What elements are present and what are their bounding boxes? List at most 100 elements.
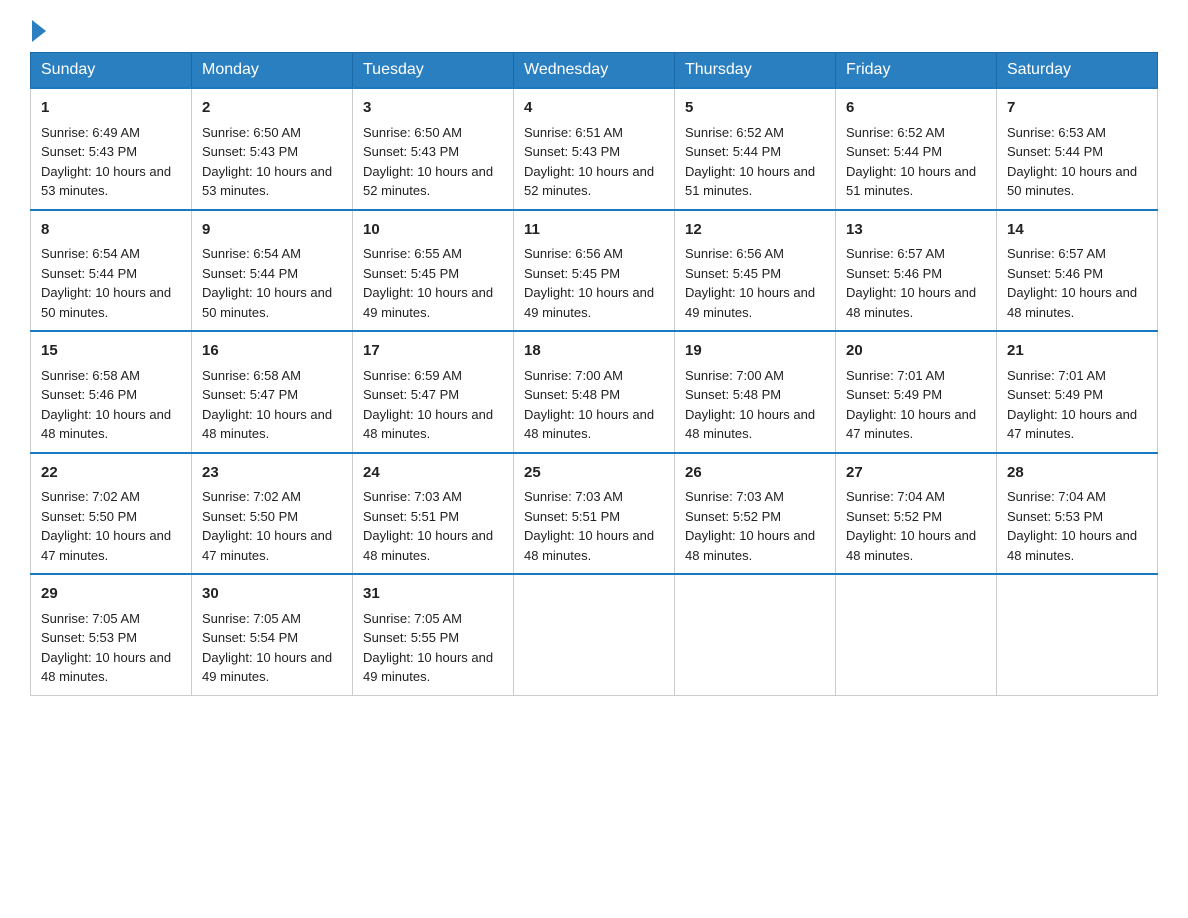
calendar-header-tuesday: Tuesday [353,53,514,89]
calendar-week-row: 29 Sunrise: 7:05 AMSunset: 5:53 PMDayligh… [31,574,1158,695]
calendar-cell: 29 Sunrise: 7:05 AMSunset: 5:53 PMDayligh… [31,574,192,695]
day-number: 23 [202,462,342,485]
logo [30,20,46,42]
day-number: 13 [846,219,986,242]
calendar-cell: 13 Sunrise: 6:57 AMSunset: 5:46 PMDayligh… [836,210,997,332]
calendar-cell: 18Sunrise: 7:00 AMSunset: 5:48 PMDayligh… [514,331,675,453]
day-number: 26 [685,462,825,485]
day-info: Sunrise: 6:54 AMSunset: 5:44 PMDaylight:… [41,246,171,320]
calendar-header-wednesday: Wednesday [514,53,675,89]
day-number: 5 [685,97,825,120]
day-number: 24 [363,462,503,485]
day-number: 21 [1007,340,1147,363]
calendar-cell: 9 Sunrise: 6:54 AMSunset: 5:44 PMDaylight… [192,210,353,332]
day-number: 20 [846,340,986,363]
day-info: Sunrise: 6:52 AMSunset: 5:44 PMDaylight:… [685,125,815,199]
day-info: Sunrise: 7:03 AMSunset: 5:51 PMDaylight:… [363,489,493,563]
day-info: Sunrise: 7:00 AMSunset: 5:48 PMDaylight:… [524,368,654,442]
day-number: 28 [1007,462,1147,485]
day-info: Sunrise: 7:05 AMSunset: 5:53 PMDaylight:… [41,611,171,685]
calendar-week-row: 8 Sunrise: 6:54 AMSunset: 5:44 PMDaylight… [31,210,1158,332]
day-number: 30 [202,583,342,606]
calendar-cell: 7 Sunrise: 6:53 AMSunset: 5:44 PMDaylight… [997,88,1158,210]
day-number: 3 [363,97,503,120]
calendar-cell: 22 Sunrise: 7:02 AMSunset: 5:50 PMDayligh… [31,453,192,575]
day-info: Sunrise: 7:00 AMSunset: 5:48 PMDaylight:… [685,368,815,442]
day-info: Sunrise: 7:05 AMSunset: 5:55 PMDaylight:… [363,611,493,685]
calendar-header-row: SundayMondayTuesdayWednesdayThursdayFrid… [31,53,1158,89]
day-info: Sunrise: 7:04 AMSunset: 5:53 PMDaylight:… [1007,489,1137,563]
day-info: Sunrise: 6:53 AMSunset: 5:44 PMDaylight:… [1007,125,1137,199]
calendar-table: SundayMondayTuesdayWednesdayThursdayFrid… [30,52,1158,696]
day-info: Sunrise: 7:03 AMSunset: 5:51 PMDaylight:… [524,489,654,563]
calendar-cell: 27Sunrise: 7:04 AMSunset: 5:52 PMDayligh… [836,453,997,575]
calendar-cell: 16Sunrise: 6:58 AMSunset: 5:47 PMDayligh… [192,331,353,453]
calendar-cell: 4 Sunrise: 6:51 AMSunset: 5:43 PMDaylight… [514,88,675,210]
day-number: 27 [846,462,986,485]
day-info: Sunrise: 7:05 AMSunset: 5:54 PMDaylight:… [202,611,332,685]
calendar-cell: 10 Sunrise: 6:55 AMSunset: 5:45 PMDayligh… [353,210,514,332]
day-number: 12 [685,219,825,242]
day-info: Sunrise: 6:51 AMSunset: 5:43 PMDaylight:… [524,125,654,199]
calendar-cell: 6Sunrise: 6:52 AMSunset: 5:44 PMDaylight… [836,88,997,210]
calendar-cell: 14 Sunrise: 6:57 AMSunset: 5:46 PMDayligh… [997,210,1158,332]
day-info: Sunrise: 6:50 AMSunset: 5:43 PMDaylight:… [202,125,332,199]
calendar-week-row: 1 Sunrise: 6:49 AMSunset: 5:43 PMDaylight… [31,88,1158,210]
calendar-cell [836,574,997,695]
day-info: Sunrise: 7:01 AMSunset: 5:49 PMDaylight:… [846,368,976,442]
calendar-cell: 11 Sunrise: 6:56 AMSunset: 5:45 PMDayligh… [514,210,675,332]
calendar-cell: 20 Sunrise: 7:01 AMSunset: 5:49 PMDayligh… [836,331,997,453]
calendar-cell: 25 Sunrise: 7:03 AMSunset: 5:51 PMDayligh… [514,453,675,575]
day-info: Sunrise: 6:57 AMSunset: 5:46 PMDaylight:… [1007,246,1137,320]
day-number: 17 [363,340,503,363]
day-number: 10 [363,219,503,242]
calendar-cell: 31Sunrise: 7:05 AMSunset: 5:55 PMDayligh… [353,574,514,695]
day-info: Sunrise: 6:56 AMSunset: 5:45 PMDaylight:… [685,246,815,320]
day-info: Sunrise: 6:54 AMSunset: 5:44 PMDaylight:… [202,246,332,320]
day-number: 7 [1007,97,1147,120]
calendar-header-saturday: Saturday [997,53,1158,89]
calendar-week-row: 15Sunrise: 6:58 AMSunset: 5:46 PMDayligh… [31,331,1158,453]
day-number: 9 [202,219,342,242]
day-number: 29 [41,583,181,606]
calendar-cell: 30 Sunrise: 7:05 AMSunset: 5:54 PMDayligh… [192,574,353,695]
day-number: 2 [202,97,342,120]
day-info: Sunrise: 6:57 AMSunset: 5:46 PMDaylight:… [846,246,976,320]
calendar-cell: 15Sunrise: 6:58 AMSunset: 5:46 PMDayligh… [31,331,192,453]
calendar-header-sunday: Sunday [31,53,192,89]
calendar-cell: 8 Sunrise: 6:54 AMSunset: 5:44 PMDaylight… [31,210,192,332]
day-number: 16 [202,340,342,363]
calendar-header-friday: Friday [836,53,997,89]
day-info: Sunrise: 6:55 AMSunset: 5:45 PMDaylight:… [363,246,493,320]
day-number: 8 [41,219,181,242]
calendar-cell [514,574,675,695]
calendar-cell: 19 Sunrise: 7:00 AMSunset: 5:48 PMDayligh… [675,331,836,453]
day-info: Sunrise: 6:52 AMSunset: 5:44 PMDaylight:… [846,125,976,199]
day-info: Sunrise: 7:02 AMSunset: 5:50 PMDaylight:… [41,489,171,563]
calendar-cell: 28 Sunrise: 7:04 AMSunset: 5:53 PMDayligh… [997,453,1158,575]
day-info: Sunrise: 6:58 AMSunset: 5:46 PMDaylight:… [41,368,171,442]
calendar-cell: 5 Sunrise: 6:52 AMSunset: 5:44 PMDaylight… [675,88,836,210]
day-number: 4 [524,97,664,120]
day-number: 22 [41,462,181,485]
day-number: 19 [685,340,825,363]
day-info: Sunrise: 6:56 AMSunset: 5:45 PMDaylight:… [524,246,654,320]
calendar-cell: 21Sunrise: 7:01 AMSunset: 5:49 PMDayligh… [997,331,1158,453]
calendar-cell: 17 Sunrise: 6:59 AMSunset: 5:47 PMDayligh… [353,331,514,453]
calendar-cell: 12 Sunrise: 6:56 AMSunset: 5:45 PMDayligh… [675,210,836,332]
day-number: 14 [1007,219,1147,242]
calendar-cell: 24 Sunrise: 7:03 AMSunset: 5:51 PMDayligh… [353,453,514,575]
calendar-cell: 2 Sunrise: 6:50 AMSunset: 5:43 PMDaylight… [192,88,353,210]
calendar-cell [675,574,836,695]
calendar-header-thursday: Thursday [675,53,836,89]
calendar-cell: 3Sunrise: 6:50 AMSunset: 5:43 PMDaylight… [353,88,514,210]
day-number: 25 [524,462,664,485]
day-info: Sunrise: 7:03 AMSunset: 5:52 PMDaylight:… [685,489,815,563]
page-header [30,20,1158,42]
day-number: 1 [41,97,181,120]
calendar-cell: 23Sunrise: 7:02 AMSunset: 5:50 PMDayligh… [192,453,353,575]
day-info: Sunrise: 6:49 AMSunset: 5:43 PMDaylight:… [41,125,171,199]
day-number: 11 [524,219,664,242]
calendar-cell [997,574,1158,695]
day-info: Sunrise: 6:59 AMSunset: 5:47 PMDaylight:… [363,368,493,442]
